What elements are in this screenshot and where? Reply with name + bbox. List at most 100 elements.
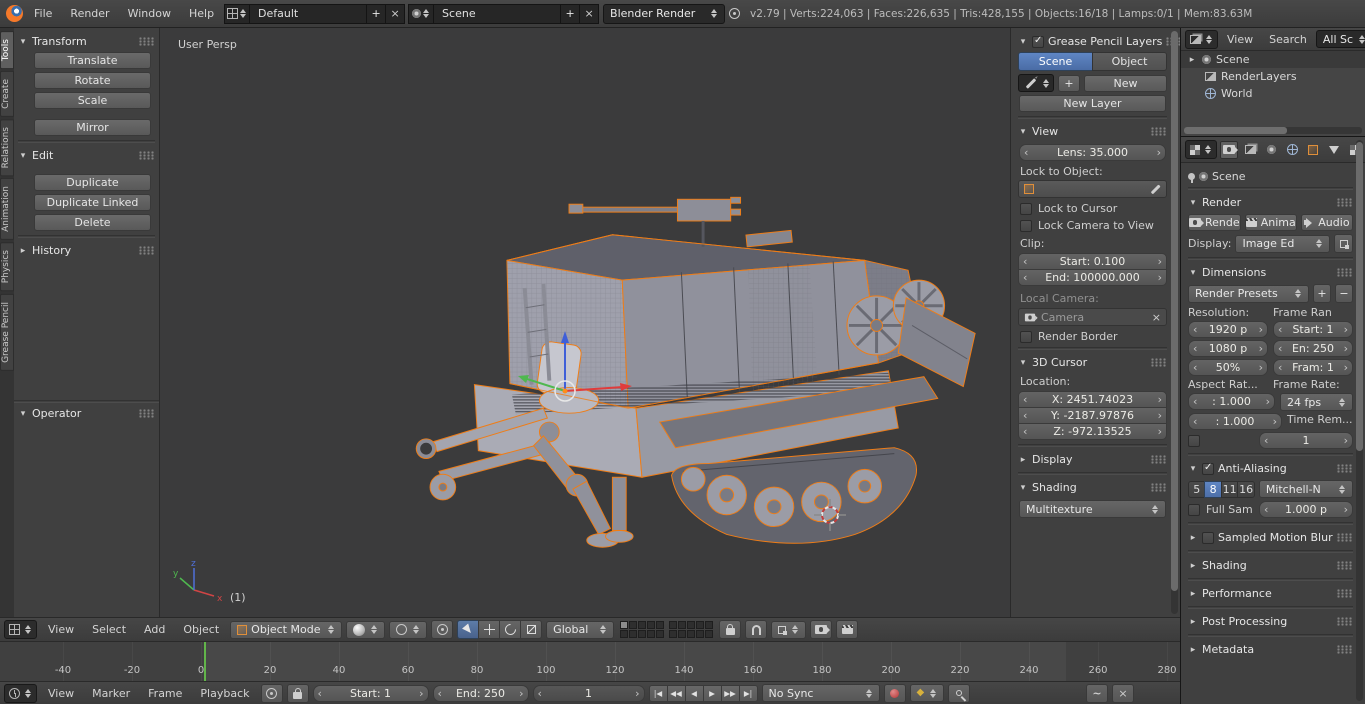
prev-keyframe-button[interactable]: ◀◀ [666, 684, 686, 702]
resolution-percent-field[interactable]: 50% [1188, 359, 1268, 376]
shading-mode-dropdown[interactable]: Multitexture [1019, 500, 1166, 518]
render-button[interactable]: Rende [1188, 214, 1241, 231]
panel-grip[interactable] [1151, 127, 1167, 136]
render-border-row[interactable]: Render Border [1020, 330, 1165, 343]
delete-keyframe-button[interactable] [1112, 683, 1134, 703]
panel-grip[interactable] [1337, 198, 1353, 207]
frame-end-field[interactable]: En: 250 [1273, 340, 1353, 357]
aa-samples-11[interactable]: 11 [1220, 480, 1239, 498]
lock-to-cursor-checkbox[interactable] [1020, 202, 1032, 215]
delete-button[interactable]: Delete [34, 214, 151, 231]
timeline-menu-playback[interactable]: Playback [193, 685, 256, 702]
fcurve-button[interactable] [1086, 683, 1108, 703]
full-sample-row[interactable]: Full Sam [1188, 501, 1254, 518]
gp-new-button[interactable]: New [1084, 74, 1167, 92]
opengl-render-button[interactable] [810, 620, 833, 639]
duplicate-linked-button[interactable]: Duplicate Linked [34, 194, 151, 211]
menu-render[interactable]: Render [63, 5, 116, 22]
snap-element-dropdown[interactable] [771, 620, 807, 639]
menu-select[interactable]: Select [85, 621, 133, 638]
render-border-checkbox[interactable] [1020, 330, 1032, 343]
shading-dropdown[interactable] [346, 620, 386, 639]
panel-sampled-motion-blur-header[interactable]: Sampled Motion Blur [1188, 529, 1353, 546]
render-engine-dropdown[interactable]: Blender Render [603, 3, 726, 24]
expand-icon[interactable] [1187, 55, 1197, 65]
tab-render[interactable] [1220, 140, 1238, 159]
aa-samples-5[interactable]: 5 [1188, 480, 1206, 498]
panel-metadata-header[interactable]: Metadata [1188, 641, 1353, 658]
new-window-button[interactable] [1334, 234, 1353, 253]
menu-view3d[interactable]: View [41, 621, 81, 638]
viewport-3d[interactable]: User Persp x y z (1) [160, 28, 1010, 617]
panel-grip[interactable] [1151, 455, 1167, 464]
auto-keyframe-button[interactable] [883, 683, 906, 703]
tab-object[interactable] [1304, 141, 1322, 159]
aspect-y-field[interactable]: : 1.000 [1188, 413, 1282, 430]
cursor-x-field[interactable]: X: 2451.74023 [1018, 391, 1167, 408]
panel-history-header[interactable]: History [18, 242, 155, 259]
gp-tab-scene[interactable]: Scene [1018, 52, 1093, 71]
tab-world[interactable] [1283, 141, 1301, 159]
panel-grease-pencil-header[interactable]: Grease Pencil Layers [1018, 33, 1180, 50]
full-sample-checkbox[interactable] [1188, 503, 1200, 516]
menu-add[interactable]: Add [137, 621, 172, 638]
play-button[interactable]: ▶ [702, 684, 722, 702]
frame-step-field[interactable]: Fram: 1 [1273, 359, 1353, 376]
current-frame-field[interactable]: 1 [532, 684, 645, 702]
frame-start-field[interactable]: Start: 1 [312, 684, 429, 702]
lock-to-cursor-row[interactable]: Lock to Cursor [1020, 202, 1165, 215]
screen-layout-selector[interactable] [224, 3, 251, 24]
outliner-scope-dropdown[interactable]: All Sc [1315, 30, 1365, 48]
panel-operator-header[interactable]: Operator [14, 405, 159, 422]
properties-scrollbar[interactable] [1356, 140, 1363, 701]
outliner-item-renderlayers[interactable]: RenderLayers [1181, 68, 1365, 85]
frame-start-field[interactable]: Start: 1 [1273, 321, 1353, 338]
orientation-dropdown[interactable]: Global [546, 620, 615, 639]
outliner-scrollbar[interactable] [1184, 127, 1362, 134]
scene-lock-toggle[interactable] [719, 620, 742, 639]
outliner-menu-view[interactable]: View [1220, 31, 1260, 48]
jump-to-start-button[interactable]: |◀ [648, 684, 668, 702]
panel-grip[interactable] [139, 409, 155, 418]
panel-post-processing-header[interactable]: Post Processing [1188, 613, 1353, 630]
frame-end-field[interactable]: End: 250 [432, 684, 529, 702]
manipulator-toggle[interactable] [457, 620, 480, 639]
aa-samples-16[interactable]: 16 [1237, 480, 1255, 498]
outliner-item-world[interactable]: World [1181, 85, 1365, 102]
menu-object[interactable]: Object [176, 621, 226, 638]
pivot-align-toggle[interactable] [431, 620, 454, 639]
rotate-button[interactable]: Rotate [34, 72, 151, 89]
layers-widget[interactable] [620, 621, 714, 638]
gp-add-button[interactable] [1058, 74, 1080, 92]
clip-start-field[interactable]: Start: 0.100 [1018, 253, 1167, 270]
resolution-y-field[interactable]: 1080 p [1188, 340, 1268, 357]
manipulator-scale-toggle[interactable] [520, 620, 543, 639]
gp-tab-object[interactable]: Object [1092, 52, 1167, 71]
preview-range-toggle[interactable] [260, 683, 283, 703]
insert-keyframe-button[interactable] [948, 683, 971, 703]
gp-new-layer-button[interactable]: New Layer [1019, 95, 1166, 112]
antialiasing-checkbox[interactable] [1202, 462, 1214, 475]
animation-button[interactable]: Anima [1244, 214, 1297, 231]
outliner-menu-search[interactable]: Search [1262, 31, 1314, 48]
vehicle-model[interactable] [285, 150, 995, 564]
transform-manipulator[interactable] [495, 327, 635, 411]
timeline-menu-frame[interactable]: Frame [141, 685, 189, 702]
outliner-item-scene[interactable]: Scene [1181, 51, 1365, 68]
panel-render-header[interactable]: Render [1188, 194, 1353, 211]
tab-physics[interactable]: Physics [0, 242, 14, 292]
lens-field[interactable]: Lens: 35.000 [1019, 144, 1166, 161]
mirror-button[interactable]: Mirror [34, 119, 151, 136]
panel-grip[interactable] [1337, 617, 1353, 626]
aa-samples-8[interactable]: 8 [1204, 480, 1222, 498]
panel-grip[interactable] [1151, 483, 1167, 492]
display-dropdown[interactable]: Image Ed [1235, 234, 1330, 253]
time-remap-field[interactable]: 1 [1259, 432, 1353, 449]
tab-tools[interactable]: Tools [0, 31, 14, 70]
tab-data[interactable] [1325, 141, 1343, 159]
current-frame-line[interactable] [204, 642, 206, 681]
lock-camera-checkbox[interactable] [1020, 219, 1032, 232]
render-presets-dropdown[interactable]: Render Presets [1188, 284, 1309, 303]
fps-dropdown[interactable]: 24 fps [1280, 393, 1353, 411]
opengl-render-anim-button[interactable] [836, 620, 859, 639]
